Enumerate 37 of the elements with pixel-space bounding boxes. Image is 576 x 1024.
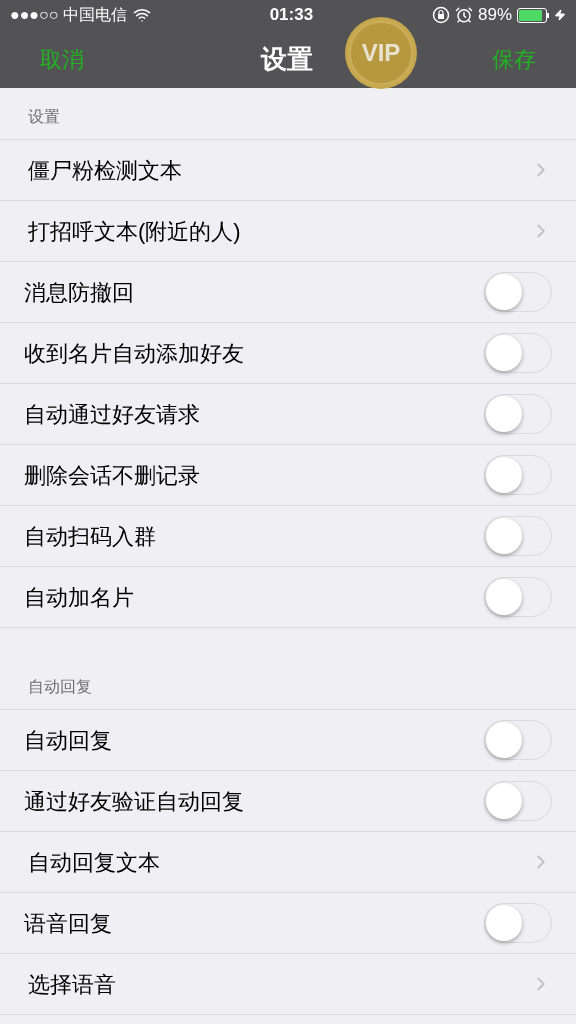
- row-label: 选择语音: [28, 970, 116, 999]
- row-label: 自动扫码入群: [24, 522, 156, 551]
- alarm-icon: [454, 6, 473, 24]
- row-label: 自动加名片: [24, 583, 134, 612]
- battery-icon: [517, 7, 549, 23]
- row-label: 僵尸粉检测文本: [28, 156, 182, 185]
- toggle-switch[interactable]: [484, 781, 552, 821]
- clock-text: 01:33: [269, 4, 314, 27]
- row-label: 删除会话不删记录: [24, 461, 200, 490]
- carrier-text: ●●●○○ 中国电信: [10, 5, 127, 25]
- row-label: 打招呼文本(附近的人): [28, 217, 241, 246]
- toggle-switch[interactable]: [484, 720, 552, 760]
- section-header: 设置: [28, 107, 60, 127]
- toggle-switch[interactable]: [484, 272, 552, 312]
- page-title: 设置: [261, 42, 313, 76]
- row-label: 收到名片自动添加好友: [24, 339, 244, 368]
- toggle-switch[interactable]: [484, 577, 552, 617]
- toggle-switch[interactable]: [484, 333, 552, 373]
- row-label: 自动通过好友请求: [24, 400, 200, 429]
- row-label: 消息防撤回: [24, 278, 134, 307]
- toggle-switch[interactable]: [484, 394, 552, 434]
- toggle-switch[interactable]: [484, 903, 552, 943]
- section-header: 自动回复: [28, 677, 92, 697]
- battery-percent: 89%: [477, 4, 512, 27]
- row-label: 语音回复: [24, 909, 112, 938]
- row-label: 自动回复文本: [28, 848, 160, 877]
- row-label: 自动回复: [24, 726, 112, 755]
- charging-icon: [554, 7, 566, 23]
- toggle-switch[interactable]: [484, 516, 552, 556]
- rotation-lock-icon: [431, 6, 450, 24]
- wifi-icon: [132, 6, 151, 24]
- settings-row[interactable]: 僵尸粉检测文本: [0, 140, 576, 201]
- toggle-switch[interactable]: [484, 455, 552, 495]
- settings-row[interactable]: 自动回复文本: [0, 832, 576, 893]
- settings-row[interactable]: 打招呼文本(附近的人): [0, 201, 576, 262]
- settings-row[interactable]: 选择语音: [0, 954, 576, 1015]
- row-label: 通过好友验证自动回复: [24, 787, 244, 816]
